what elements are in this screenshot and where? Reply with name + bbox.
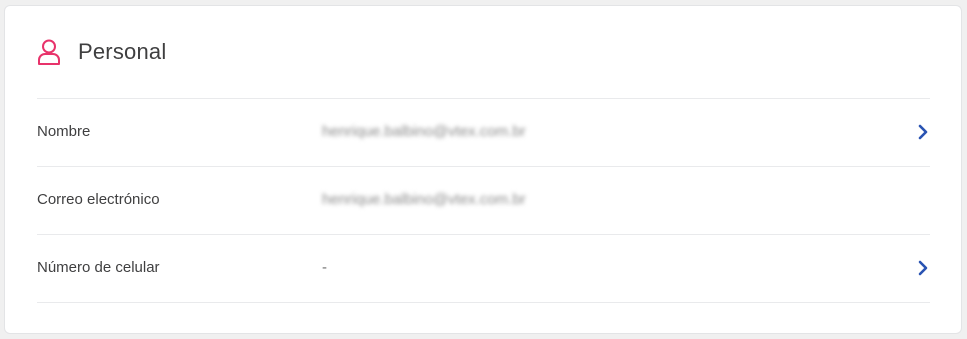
info-rows: Nombre henrique.balbino@vtex.com.br Corr…: [37, 98, 930, 303]
row-phone[interactable]: Número de celular -: [37, 234, 930, 303]
row-label: Correo electrónico: [37, 191, 160, 208]
chevron-right-icon[interactable]: [916, 123, 930, 141]
user-icon: [37, 38, 61, 66]
row-value: henrique.balbino@vtex.com.br: [322, 123, 526, 140]
row-label: Nombre: [37, 123, 91, 140]
row-email: Correo electrónico henrique.balbino@vtex…: [37, 166, 930, 234]
row-value: -: [322, 259, 327, 276]
section-title: Personal: [78, 39, 167, 64]
row-value: henrique.balbino@vtex.com.br: [322, 191, 526, 208]
chevron-right-icon[interactable]: [916, 259, 930, 277]
section-header: Personal: [37, 34, 166, 70]
personal-info-card: Personal Nombre henrique.balbino@vtex.co…: [4, 5, 962, 334]
row-name[interactable]: Nombre henrique.balbino@vtex.com.br: [37, 98, 930, 166]
row-label: Número de celular: [37, 259, 160, 276]
